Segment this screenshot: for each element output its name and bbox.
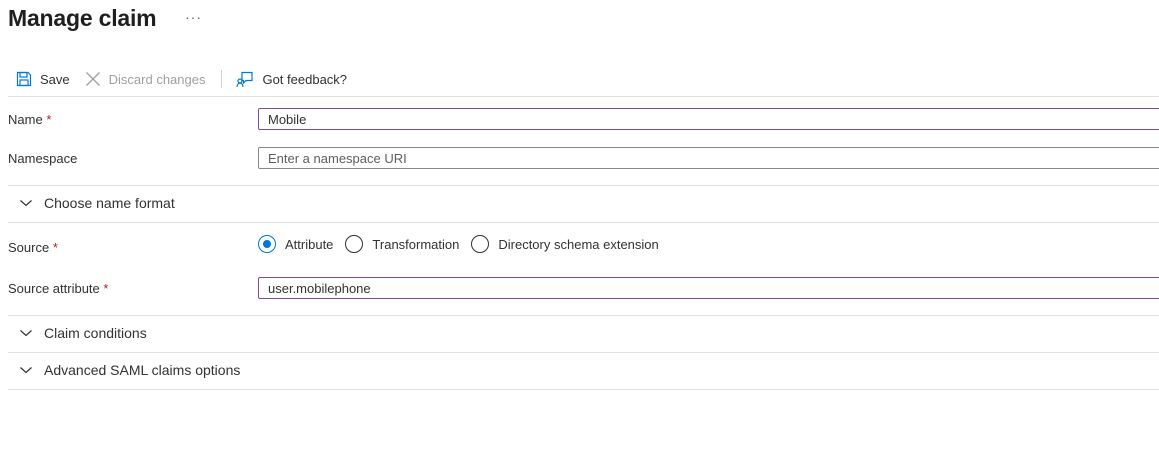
more-options-icon[interactable]: ··· <box>185 9 202 25</box>
claim-conditions-section[interactable]: Claim conditions <box>8 320 1159 346</box>
feedback-icon <box>236 70 254 88</box>
chevron-down-icon <box>8 198 44 208</box>
toolbar-divider <box>221 70 223 88</box>
chevron-down-icon <box>8 365 44 375</box>
section-label: Choose name format <box>44 195 175 211</box>
radio-transformation[interactable]: Transformation <box>345 235 459 253</box>
radio-unchecked-icon <box>471 235 490 253</box>
radio-attribute[interactable]: Attribute <box>258 235 333 253</box>
namespace-input[interactable] <box>258 147 1159 169</box>
divider <box>8 352 1159 353</box>
name-input[interactable] <box>258 108 1159 130</box>
divider <box>8 222 1159 223</box>
radio-label: Directory schema extension <box>498 236 659 252</box>
discard-changes-button[interactable]: Discard changes <box>85 64 206 94</box>
chevron-down-icon <box>8 328 44 338</box>
divider <box>8 389 1159 390</box>
feedback-label: Got feedback? <box>262 71 348 87</box>
advanced-saml-options-section[interactable]: Advanced SAML claims options <box>8 357 1159 383</box>
required-mark: * <box>46 112 52 127</box>
choose-name-format-section[interactable]: Choose name format <box>8 190 1159 216</box>
source-radio-group: Attribute Transformation Directory schem… <box>258 234 671 254</box>
divider <box>8 315 1159 316</box>
discard-changes-label: Discard changes <box>108 71 206 87</box>
radio-unchecked-icon <box>345 235 364 253</box>
section-label: Claim conditions <box>44 325 147 341</box>
section-label: Advanced SAML claims options <box>44 362 241 378</box>
source-label: Source * <box>8 240 58 255</box>
radio-label: Attribute <box>285 236 334 252</box>
required-mark: * <box>103 281 109 296</box>
divider <box>8 96 1159 97</box>
radio-directory-schema-extension[interactable]: Directory schema extension <box>471 235 659 253</box>
save-icon <box>16 71 32 87</box>
save-label: Save <box>40 71 70 87</box>
close-icon <box>85 71 101 87</box>
divider <box>8 185 1159 186</box>
page-title: Manage claim <box>8 5 157 31</box>
save-button[interactable]: Save <box>8 64 70 94</box>
radio-label: Transformation <box>372 236 460 252</box>
command-bar: Save Discard changes Got feedback? <box>8 64 1159 94</box>
source-attribute-input[interactable] <box>258 277 1159 299</box>
source-attribute-label: Source attribute * <box>8 281 109 296</box>
namespace-label: Namespace <box>8 151 78 166</box>
required-mark: * <box>52 240 58 255</box>
radio-checked-icon <box>258 235 276 253</box>
feedback-button[interactable]: Got feedback? <box>236 64 347 94</box>
name-label: Name * <box>8 112 52 127</box>
